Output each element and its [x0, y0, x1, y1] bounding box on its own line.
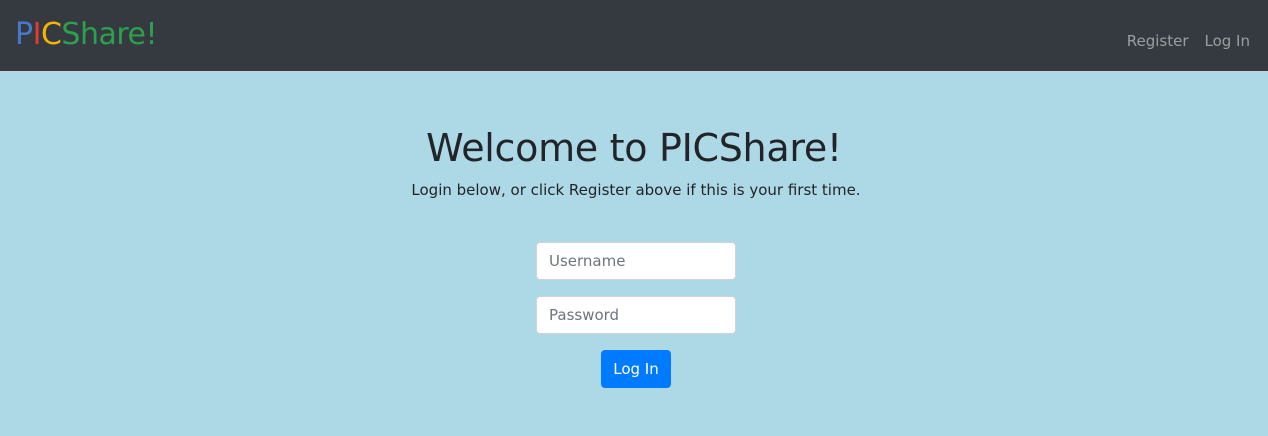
- brand-letter-p: P: [15, 17, 33, 52]
- password-input[interactable]: [536, 296, 736, 334]
- brand-word-share: Share!: [61, 17, 158, 52]
- page-subtitle: Login below, or click Register above if …: [411, 181, 861, 199]
- nav-login-link[interactable]: Log In: [1205, 31, 1251, 51]
- username-input[interactable]: [536, 242, 736, 280]
- nav-register-link[interactable]: Register: [1127, 31, 1189, 51]
- nav-links: Register Log In: [1127, 31, 1250, 51]
- brand-letter-c: C: [40, 17, 62, 52]
- page-title: Welcome to PICShare!: [426, 126, 842, 170]
- navbar: PICShare! Register Log In: [0, 0, 1268, 72]
- brand-logo[interactable]: PICShare!: [15, 17, 158, 53]
- login-button[interactable]: Log In: [601, 350, 671, 388]
- brand-letter-i: I: [32, 17, 42, 52]
